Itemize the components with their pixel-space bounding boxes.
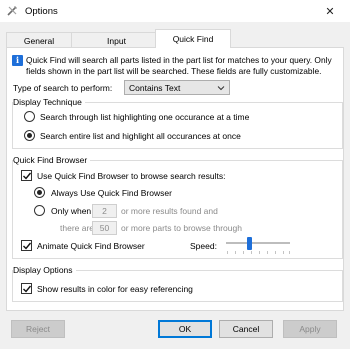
tab-input[interactable]: Input <box>71 32 162 48</box>
cancel-button-label: Cancel <box>232 324 260 334</box>
cancel-button[interactable]: Cancel <box>219 320 273 338</box>
slider-tick <box>235 251 236 254</box>
tab-general[interactable]: General <box>6 32 72 48</box>
chevron-down-icon <box>217 86 225 91</box>
radio-one-at-a-time-label[interactable]: Search through list highlighting one occ… <box>40 112 249 122</box>
display-options-title: Display Options <box>13 265 76 275</box>
parts-count-field[interactable]: 50 <box>92 221 117 235</box>
radio-all-at-once[interactable] <box>24 130 35 141</box>
slider-thumb[interactable] <box>246 237 252 250</box>
animate-browser-checkbox[interactable] <box>21 240 32 251</box>
there-are-label: there are <box>60 223 95 233</box>
search-type-dropdown[interactable]: Contains Text <box>124 80 230 95</box>
apply-button[interactable]: Apply <box>283 320 337 338</box>
slider-tick <box>243 251 244 254</box>
close-button[interactable]: ✕ <box>310 0 350 22</box>
parts-count-suffix: or more parts to browse through <box>121 223 242 233</box>
window-title: Options <box>25 5 58 17</box>
radio-all-at-once-label[interactable]: Search entire list and highlight all occ… <box>40 131 241 141</box>
tab-label: Input <box>107 35 126 46</box>
tab-label: General <box>23 35 55 46</box>
results-count-field[interactable]: 2 <box>92 204 117 218</box>
search-type-value: Contains Text <box>129 82 181 93</box>
use-browser-label[interactable]: Use Quick Find Browser to browse search … <box>37 171 225 181</box>
checkmark-icon <box>23 285 32 293</box>
tab-quick-find[interactable]: Quick Find <box>155 29 231 48</box>
close-icon: ✕ <box>325 5 335 18</box>
slider-tick <box>275 251 276 254</box>
options-window: Options ✕ General Input Quick Find i Qui… <box>0 0 350 349</box>
color-results-checkbox[interactable] <box>21 283 32 294</box>
radio-only-when[interactable] <box>34 205 45 216</box>
slider-tick <box>283 251 284 254</box>
slider-tick <box>259 251 260 254</box>
checkmark-icon <box>23 172 32 180</box>
radio-always-use-browser[interactable] <box>34 187 45 198</box>
slider-tick <box>251 251 252 254</box>
tab-label: Quick Find <box>172 34 214 44</box>
speed-slider[interactable] <box>224 233 292 257</box>
search-type-label: Type of search to perform: <box>13 83 113 93</box>
title-bar: Options ✕ <box>0 0 350 22</box>
slider-tick <box>289 251 290 254</box>
ok-button-label: OK <box>178 324 192 334</box>
reject-button-label: Reject <box>25 324 51 334</box>
color-results-label[interactable]: Show results in color for easy referenci… <box>37 284 193 294</box>
options-app-icon <box>7 6 17 16</box>
quick-find-browser-title: Quick Find Browser <box>13 155 91 165</box>
checkmark-icon <box>23 242 32 250</box>
display-technique-title: Display Technique <box>13 97 85 107</box>
slider-track <box>226 242 290 244</box>
radio-always-use-browser-label[interactable]: Always Use Quick Find Browser <box>51 188 172 198</box>
display-technique-group <box>12 102 343 149</box>
apply-button-label: Apply <box>299 324 321 334</box>
slider-tick <box>267 251 268 254</box>
speed-label: Speed: <box>190 241 217 251</box>
reject-button[interactable]: Reject <box>11 320 65 338</box>
slider-tick <box>227 251 228 254</box>
animate-browser-label[interactable]: Animate Quick Find Browser <box>37 241 145 251</box>
radio-one-at-a-time[interactable] <box>24 111 35 122</box>
radio-only-when-label[interactable]: Only when <box>51 206 91 216</box>
ok-button[interactable]: OK <box>158 320 212 338</box>
use-browser-checkbox[interactable] <box>21 170 32 181</box>
info-icon: i <box>12 55 23 66</box>
info-text: Quick Find will search all parts listed … <box>26 55 332 76</box>
results-count-suffix: or more results found and <box>121 206 218 216</box>
